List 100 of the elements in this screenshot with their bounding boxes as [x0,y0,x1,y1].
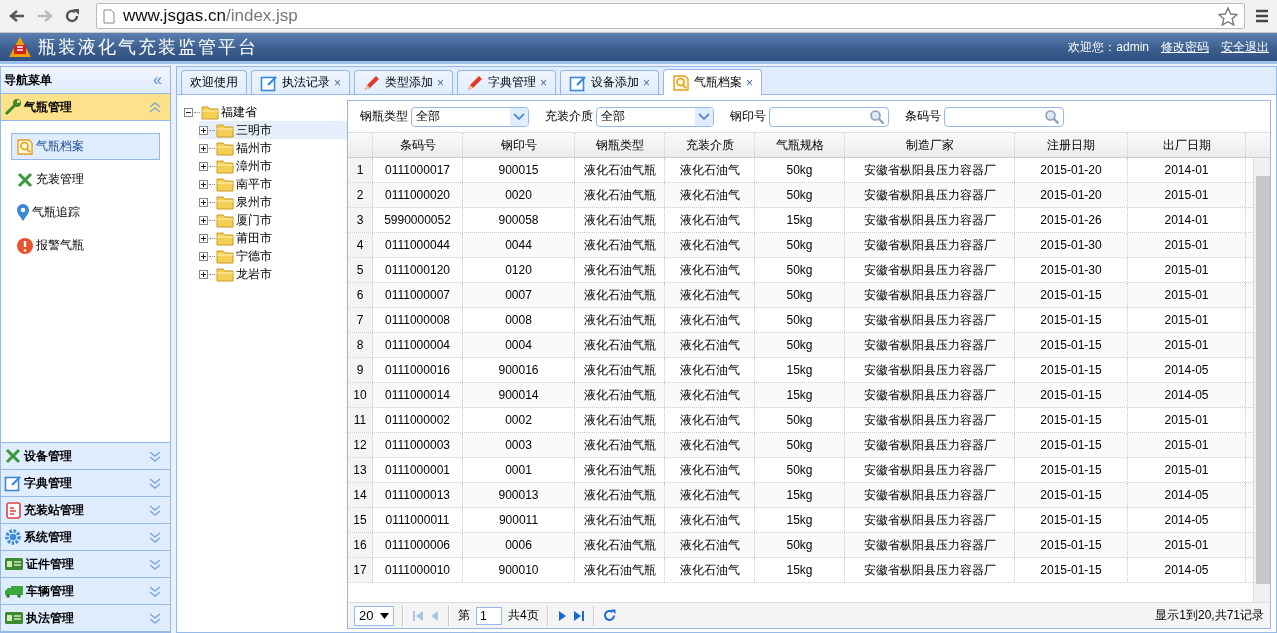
reload-icon[interactable] [64,8,80,24]
tab[interactable]: 气瓶档案 × [663,69,763,95]
close-button[interactable]: × [540,75,548,90]
table-cell: 2015-01 [1128,258,1246,282]
folder-icon [216,140,234,156]
expand-icon[interactable] [199,161,208,171]
tab[interactable]: 设备添加 × [560,70,660,94]
table-cell: 液化石油气瓶 [575,183,665,207]
tree-node[interactable]: 宁德市 [199,247,347,265]
tree-node[interactable]: 三明市 [199,121,347,139]
column-header[interactable]: 注册日期 [1015,133,1128,157]
tab[interactable]: 执法记录 × [251,70,350,94]
table-cell: 2015-01-30 [1015,233,1128,257]
tree-node[interactable]: 福建省 [221,103,257,121]
table-cell: 15kg [755,483,845,507]
column-header[interactable]: 钢印号 [463,133,575,157]
column-header[interactable]: 制造厂家 [845,133,1015,157]
table-cell: 液化石油气 [665,308,755,332]
expand-icon[interactable] [199,215,208,225]
close-button[interactable]: × [746,75,754,90]
menu-section[interactable]: 设备管理 [1,443,170,470]
caret-icon [380,612,389,619]
tree-node[interactable]: 泉州市 [199,193,347,211]
page-size-select[interactable]: 20 [354,605,394,626]
nav-item[interactable]: 气瓶追踪 [11,199,160,226]
header-link[interactable]: 安全退出 [1221,38,1269,56]
last-page-icon[interactable] [572,609,585,622]
table-cell: 液化石油气 [665,258,755,282]
tree-node[interactable]: 莆田市 [199,229,347,247]
expand-icon[interactable] [199,251,208,261]
expand-icon[interactable] [199,143,208,153]
table-cell: 液化石油气 [665,533,755,557]
dropdown[interactable]: 全部 [596,106,714,127]
expand-icon[interactable] [199,233,208,243]
column-header[interactable]: 出厂日期 [1128,133,1246,157]
dropdown[interactable]: 全部 [411,106,529,127]
search-icon[interactable] [869,108,885,125]
tree-node[interactable]: 南平市 [199,175,347,193]
nav-item[interactable]: 报警气瓶 [11,232,160,259]
column-header[interactable]: 条码号 [373,133,463,157]
menu-icon[interactable] [1255,9,1269,23]
expand-icon[interactable] [199,197,208,207]
table-cell: 900015 [463,158,575,182]
tree-node[interactable]: 福州市 [199,139,347,157]
nav-item[interactable]: 充装管理 [11,166,160,193]
next-page-icon[interactable] [556,609,567,622]
location-pin-icon [16,203,30,222]
table-cell: 安徽省枞阳县压力容器厂 [845,208,1015,232]
settings-icon [4,528,22,546]
tree-node[interactable]: 厦门市 [199,211,347,229]
table-cell: 2014-05 [1128,558,1246,582]
menu-section[interactable]: 系统管理 [1,524,170,551]
table-cell: 900058 [463,208,575,232]
table-cell: 15kg [755,208,845,232]
table-cell: 液化石油气 [665,408,755,432]
page-input[interactable]: 1 [476,606,502,625]
menu-section[interactable]: 充装站管理 [1,497,170,524]
tab[interactable]: 欢迎使用 [181,70,247,94]
tree-node[interactable]: 漳州市 [199,157,347,175]
table-cell: 安徽省枞阳县压力容器厂 [845,558,1015,582]
column-header[interactable]: 充装介质 [665,133,755,157]
table-cell: 0006 [463,533,575,557]
table-cell: 900014 [463,383,575,407]
filter-label: 充装介质 [545,108,593,125]
row-number: 9 [348,358,373,382]
tab[interactable]: 类型添加 × [354,70,454,94]
column-header[interactable]: 钢瓶类型 [575,133,665,157]
close-button[interactable]: × [334,75,341,90]
table-cell: 2015-01-15 [1015,383,1128,407]
menu-section[interactable]: 执法管理 [1,605,170,632]
address-bar[interactable]: www.jsgas.cn/index.jsp [96,3,1245,29]
back-icon[interactable] [8,8,26,24]
column-header[interactable]: 气瓶规格 [755,133,845,157]
menu-section[interactable]: 字典管理 [1,470,170,497]
close-button[interactable]: × [437,75,445,90]
search-icon[interactable] [1044,108,1060,125]
refresh-icon[interactable] [602,609,616,622]
row-number: 14 [348,483,373,507]
table-cell: 15kg [755,358,845,382]
tree-node[interactable]: 龙岩市 [199,265,347,283]
expand-icon[interactable] [199,125,208,135]
collapse-icon[interactable] [184,107,193,117]
table-cell: 50kg [755,308,845,332]
tab[interactable]: 字典管理 × [457,70,557,94]
star-icon[interactable] [1218,6,1238,26]
menu-section[interactable]: 车辆管理 [1,578,170,605]
expand-icon[interactable] [199,269,208,279]
menu-section[interactable]: 证件管理 [1,551,170,578]
nav-item[interactable]: 气瓶档案 [11,133,160,160]
scrollbar[interactable] [1253,158,1270,602]
table-cell: 2014-01 [1128,208,1246,232]
expand-icon[interactable] [199,179,208,189]
menu-section[interactable]: 气瓶管理 [1,94,170,121]
table-cell: 液化石油气瓶 [575,308,665,332]
close-button[interactable]: × [643,75,651,90]
search-field[interactable] [944,106,1064,127]
row-number: 12 [348,433,373,457]
row-number: 17 [348,558,373,582]
header-link[interactable]: 修改密码 [1161,38,1209,56]
search-field[interactable] [769,106,889,127]
